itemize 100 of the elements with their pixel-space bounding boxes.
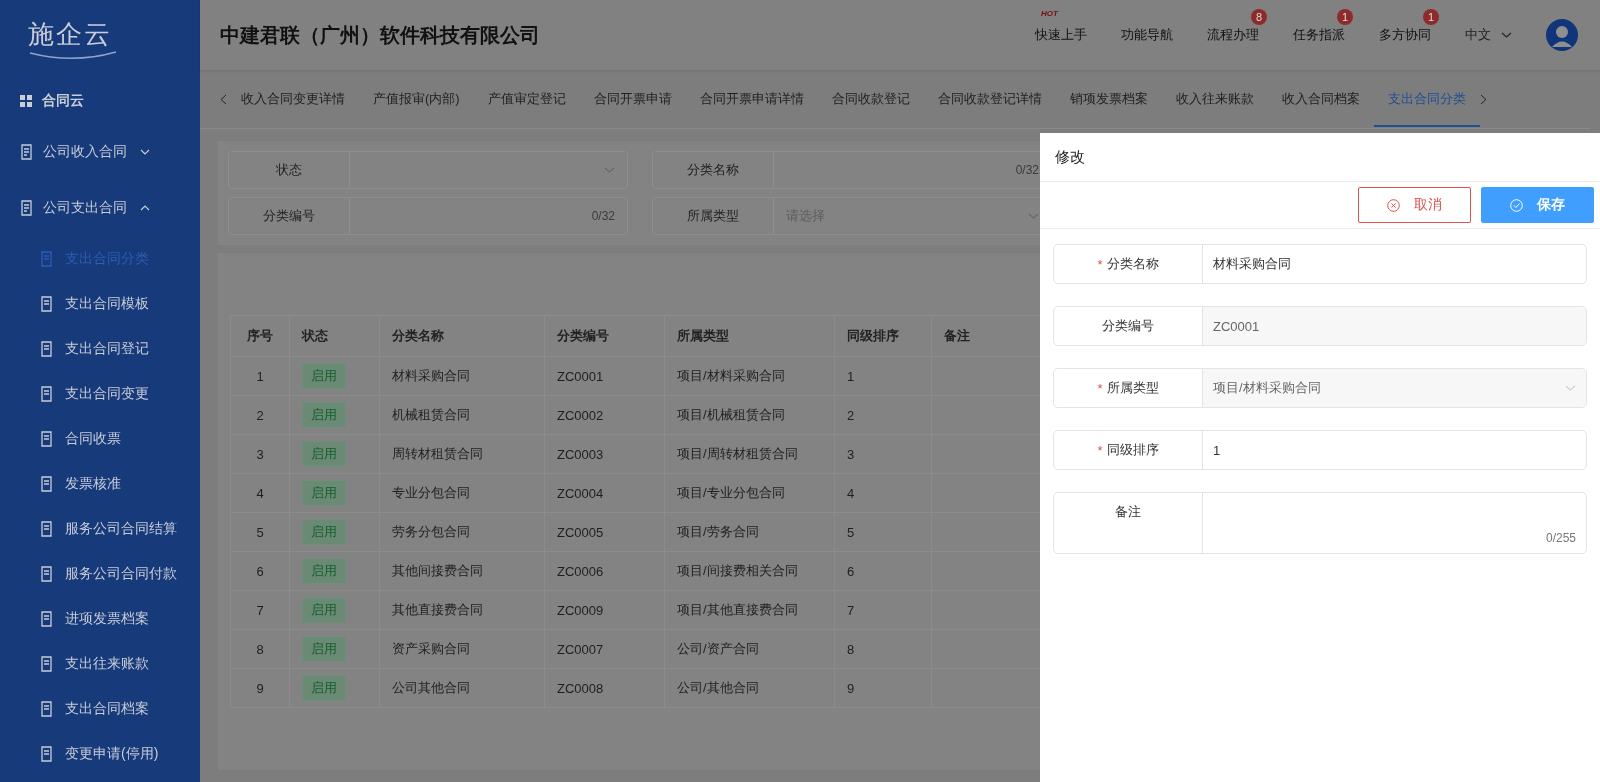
table-cell: 6 (230, 551, 290, 591)
table-cell: 公司/资产合同 (664, 629, 835, 669)
chevron-left-icon[interactable] (220, 93, 227, 105)
sidebar-item[interactable]: 合同收票 (0, 416, 200, 461)
required-mark: * (1097, 256, 1103, 272)
form-field[interactable]: 分类编号 ZC0001 (1053, 306, 1587, 346)
document-icon (40, 520, 55, 537)
caret-icon (140, 205, 150, 211)
tab[interactable]: 合同开票申请详情 (685, 71, 818, 127)
sidebar-item[interactable]: 发票核准 (0, 461, 200, 506)
sidebar-item[interactable]: 服务公司合同结算 (0, 506, 200, 551)
field-label: 所属类型 (1106, 379, 1159, 397)
swoosh-icon (28, 49, 118, 62)
sidebar-item[interactable]: 变更申请(停用) (0, 731, 200, 776)
sidebar-item[interactable]: 合同云 (0, 78, 200, 124)
document-icon (40, 655, 55, 672)
table-cell: 周转材租赁合同 (379, 434, 545, 474)
required-mark: * (1097, 380, 1103, 396)
field-label: 分类编号 (1102, 317, 1154, 335)
tab[interactable]: 收入合同档案 (1267, 71, 1374, 127)
table-cell: 公司/其他合同 (664, 668, 835, 708)
status-tag: 启用 (302, 519, 346, 545)
document-icon (40, 430, 55, 447)
column-header: 状态 (289, 315, 380, 357)
table-cell: 5 (230, 512, 290, 552)
column-header: 分类名称 (379, 315, 545, 357)
table-cell: 项目/间接费相关合同 (664, 551, 835, 591)
tab[interactable]: 销项发票档案 (1055, 71, 1162, 127)
sidebar-group[interactable]: 公司收入合同 (0, 124, 200, 180)
table-cell: 9 (230, 668, 290, 708)
language-select[interactable]: 中文 (1465, 26, 1512, 44)
table-cell: 公司其他合同 (379, 668, 545, 708)
status-tag: 启用 (302, 597, 346, 623)
cancel-button[interactable]: 取消 (1358, 187, 1471, 223)
drawer-title: 修改 (1040, 133, 1600, 182)
table-cell: 7 (230, 590, 290, 630)
document-icon (40, 250, 55, 267)
sidebar-item[interactable]: 支出合同变更 (0, 371, 200, 416)
nav-link[interactable]: 流程办理 (1207, 27, 1259, 42)
status-tag: 启用 (302, 402, 346, 428)
table-cell: 材料采购合同 (379, 356, 545, 396)
table-cell: 7 (834, 590, 932, 630)
sidebar-item[interactable]: 支出往来账款 (0, 641, 200, 686)
nav-link[interactable]: 任务指派 (1293, 27, 1345, 42)
table-cell: 资产采购合同 (379, 629, 545, 669)
check-icon (1510, 198, 1523, 212)
chevron-right-icon[interactable] (1479, 93, 1487, 105)
filter-field[interactable]: 分类编号 0/32 (228, 197, 628, 235)
save-button[interactable]: 保存 (1481, 187, 1594, 223)
form-field[interactable]: * 分类名称 材料采购合同 (1053, 244, 1587, 284)
document-icon (40, 610, 55, 627)
tab[interactable]: 合同收款登记详情 (923, 71, 1056, 127)
field-label: 备注 (1115, 503, 1141, 521)
status-tag: 启用 (302, 363, 346, 389)
sidebar-item[interactable]: 进项发票档案 (0, 596, 200, 641)
chevron-down-icon (1565, 385, 1576, 391)
sidebar-group[interactable]: 公司支出合同 (0, 180, 200, 236)
chevron-down-icon (604, 167, 615, 173)
table-cell: ZC0008 (544, 668, 665, 708)
chevron-down-icon (1028, 213, 1039, 219)
table-cell: 5 (834, 512, 932, 552)
table-cell: 2 (230, 395, 290, 435)
filter-field[interactable]: 状态 (228, 151, 628, 189)
form-field[interactable]: * 同级排序 1 (1053, 430, 1587, 470)
table-cell: 9 (834, 668, 932, 708)
table-cell: 8 (834, 629, 932, 669)
table-cell: 1 (230, 356, 290, 396)
close-icon (1387, 198, 1400, 212)
status-tag: 启用 (302, 441, 346, 467)
table-cell: 4 (230, 473, 290, 513)
tab[interactable]: 产值报审(内部) (359, 71, 474, 127)
tab[interactable]: 收入合同变更详情 (227, 71, 359, 127)
tab[interactable]: 合同收款登记 (817, 71, 924, 127)
sidebar-label: 合同云 (42, 92, 84, 110)
form-field[interactable]: * 所属类型 项目/材料采购合同 (1053, 368, 1587, 408)
document-icon (40, 295, 55, 312)
count-badge: 1 (1423, 9, 1439, 25)
table-cell: ZC0009 (544, 590, 665, 630)
company-title: 中建君联（广州）软件科技有限公司 (220, 22, 540, 48)
nav-link[interactable]: 功能导航 (1121, 27, 1173, 42)
tab[interactable]: 合同开票申请 (579, 71, 686, 127)
tab[interactable]: 收入往来账款 (1161, 71, 1268, 127)
column-header: 同级排序 (834, 315, 932, 357)
status-tag: 启用 (302, 558, 346, 584)
sidebar-item[interactable]: 支出合同模板 (0, 281, 200, 326)
table-cell: 项目/材料采购合同 (664, 356, 835, 396)
logo-text: 施企云 (28, 17, 113, 51)
sidebar-item[interactable]: 服务公司合同付款 (0, 551, 200, 596)
nav-link[interactable]: 快速上手 (1035, 27, 1087, 42)
avatar-icon[interactable] (1546, 19, 1578, 51)
form-field[interactable]: 备注 0/255 (1053, 492, 1587, 554)
count-badge: 8 (1251, 9, 1267, 25)
nav-link[interactable]: 多方协同 (1379, 27, 1431, 42)
tab[interactable]: 产值审定登记 (473, 71, 580, 127)
field-label: 同级排序 (1106, 441, 1159, 459)
chevron-down-icon (1501, 32, 1512, 38)
document-icon (40, 565, 55, 582)
sidebar-item[interactable]: 支出合同档案 (0, 686, 200, 731)
document-icon (40, 745, 55, 762)
sidebar-item[interactable]: 支出合同登记 (0, 326, 200, 371)
